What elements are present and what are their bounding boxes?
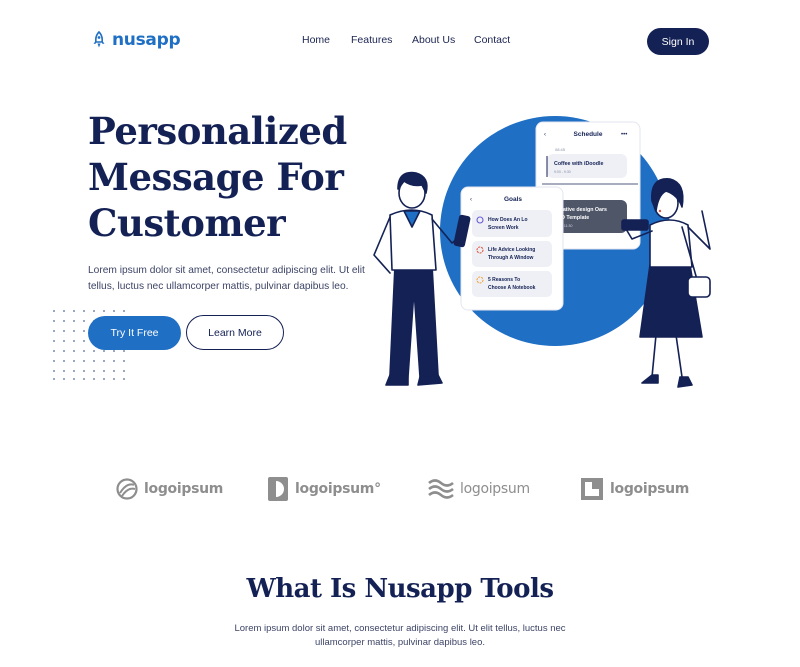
try-it-free-button[interactable]: Try It Free — [88, 316, 181, 350]
goal-item-3-line-2: Choose A Notebook — [488, 285, 536, 291]
goal-item-1-line-2: Screen Work — [488, 225, 519, 231]
schedule-event-1-title: Coffee with iDoodle — [554, 161, 603, 167]
main-menu: Home Features About Us Contact — [302, 34, 510, 46]
more-icon: ••• — [621, 132, 627, 138]
partner-logo-4: logoipsum — [580, 477, 689, 501]
schedule-time-1: 08:45 — [555, 147, 566, 152]
partner-logos: logoipsum logoipsum° logoipsum logoipsum — [0, 470, 800, 510]
partner-logo-name: logoipsum° — [295, 481, 381, 497]
schedule-event-1-time: 9:00 - 9:30 — [554, 170, 571, 174]
goal-item-3-line-1: 5 Reasons To — [488, 277, 520, 283]
partner-logo-1: logoipsum — [116, 478, 223, 500]
back-chevron-icon: ‹ — [470, 197, 472, 203]
hero-title: Personalized Message For Customer — [88, 108, 388, 246]
hero-title-line: Customer — [88, 201, 286, 245]
schedule-title: Schedule — [574, 131, 603, 138]
nav-link-contact[interactable]: Contact — [474, 34, 510, 46]
partner-logo-name: logoipsum — [144, 481, 224, 497]
section-description: Lorem ipsum dolor sit amet, consectetur … — [230, 622, 570, 650]
brand-name: nusapp — [112, 30, 181, 50]
nav-link-features[interactable]: Features — [351, 34, 412, 46]
top-nav: nusapp Home Features About Us Contact Si… — [0, 0, 800, 84]
half-circle-icon — [268, 477, 288, 501]
waves-icon — [428, 479, 454, 499]
partner-logo-name: logoipsum — [610, 481, 690, 497]
back-chevron-icon: ‹ — [544, 132, 546, 138]
globe-slash-icon — [116, 478, 138, 500]
hero-illustration: ‹ Schedule ••• 08:45 Coffee with iDoodle… — [373, 116, 711, 388]
goals-card: ‹ Goals How Does An Lo Screen Work Life … — [460, 186, 564, 311]
hero-title-line: Personalized — [88, 109, 347, 153]
square-key-icon — [581, 478, 603, 500]
section-description-line: ullamcorper mattis, pulvinar dapibus leo… — [314, 637, 486, 648]
partner-logo-2: logoipsum° — [267, 476, 381, 502]
brand-logo[interactable]: nusapp — [92, 30, 181, 50]
goals-title: Goals — [504, 196, 522, 203]
goal-item-2-line-1: Life Advice Looking — [488, 247, 535, 253]
goal-item-2-line-2: Through A Window — [488, 255, 534, 261]
sign-in-button[interactable]: Sign In — [647, 28, 709, 55]
nav-link-home[interactable]: Home — [302, 34, 351, 46]
goal-item-1-line-1: How Does An Lo — [488, 217, 528, 223]
partner-logo-name: logoipsum — [460, 481, 530, 497]
hero-title-line: Message For — [88, 155, 344, 199]
hero-description: Lorem ipsum dolor sit amet, consectetur … — [88, 265, 365, 292]
section-description-line: Lorem ipsum dolor sit amet, consectetur … — [234, 623, 566, 634]
nav-link-about-us[interactable]: About Us — [412, 34, 474, 46]
learn-more-button[interactable]: Learn More — [186, 315, 284, 350]
section-title: What Is Nusapp Tools — [246, 574, 555, 604]
partner-logo-3: logoipsum — [428, 478, 530, 500]
rocket-icon — [93, 31, 105, 48]
